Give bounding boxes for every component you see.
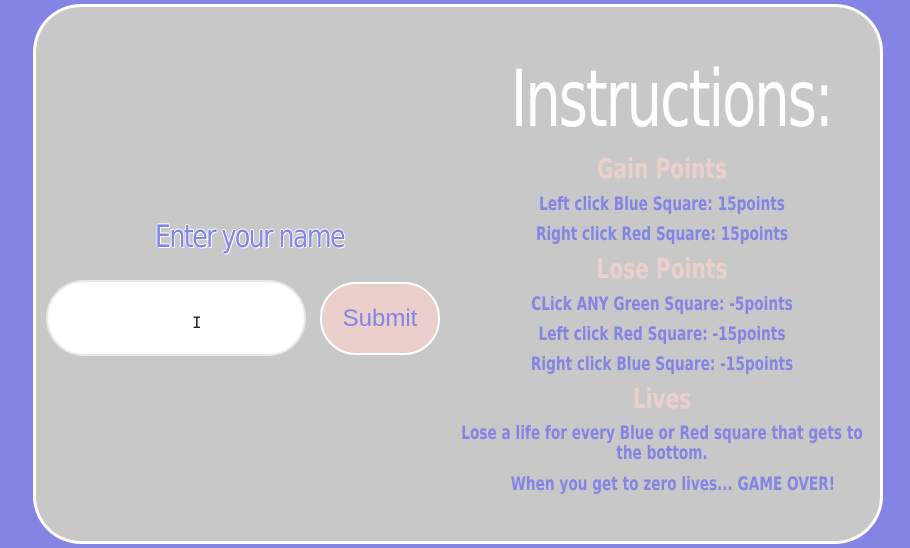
name-input[interactable] [46,280,306,356]
lives-rule: When you get to zero lives... GAME OVER! [510,473,836,495]
instructions-panel: Instructions: Gain Points Left click Blu… [452,7,872,541]
submit-button[interactable]: Submit [320,282,440,355]
game-start-card: Enter your name I Submit Instructions: G… [33,4,883,544]
gain-points-heading: Gain Points [597,152,727,185]
gain-rule: Left click Blue Square: 15points [539,193,785,215]
lose-rule: Right click Blue Square: -15points [530,353,794,375]
lose-points-heading: Lose Points [596,252,728,285]
lives-rule: Lose a life for every Blue or Red square… [461,422,863,464]
name-entry-panel: Enter your name I Submit [36,7,446,541]
lose-rule: CLick ANY Green Square: -5points [531,293,793,315]
name-label: Enter your name [154,219,346,255]
lose-rule: Left click Red Square: -15points [538,323,786,345]
gain-rule: Right click Red Square: 15points [535,223,789,245]
instructions-title: Instructions: [510,55,834,145]
lives-heading: Lives [632,382,692,415]
